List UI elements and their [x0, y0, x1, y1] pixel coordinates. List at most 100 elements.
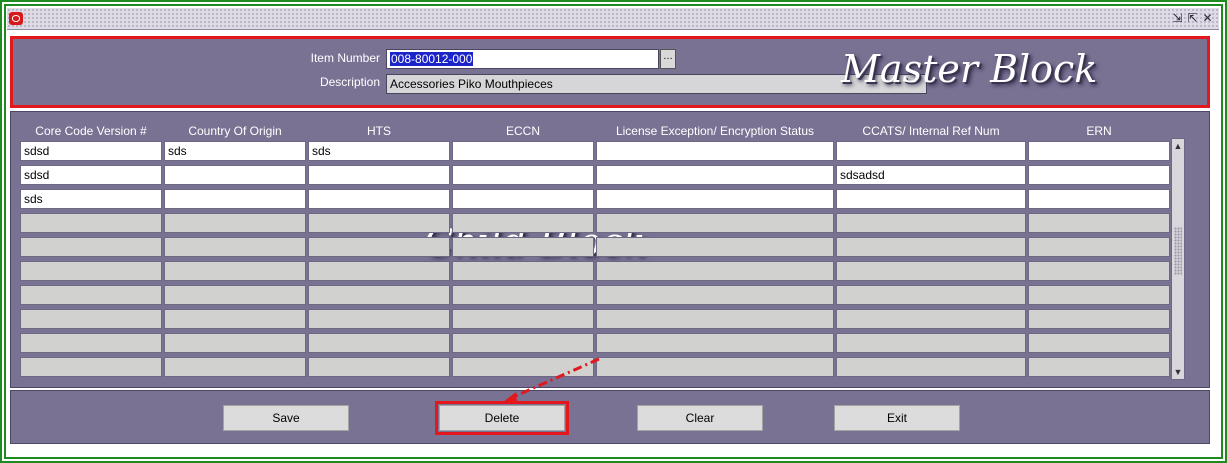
table-cell[interactable]	[596, 261, 834, 281]
table-cell[interactable]	[452, 333, 594, 353]
column-header: HTS	[367, 124, 391, 138]
table-cell[interactable]	[836, 141, 1026, 161]
table-cell[interactable]	[1028, 261, 1170, 281]
table-cell[interactable]	[308, 285, 450, 305]
table-cell[interactable]	[308, 237, 450, 257]
table-cell[interactable]	[20, 309, 162, 329]
table-cell[interactable]	[164, 165, 306, 185]
window-controls: ⇲ ⇱ ✕	[1172, 11, 1213, 25]
column-header: CCATS/ Internal Ref Num	[862, 124, 1000, 138]
table-cell[interactable]: sdsd	[20, 141, 162, 161]
table-cell[interactable]	[164, 333, 306, 353]
column-header: ERN	[1086, 124, 1112, 138]
table-cell[interactable]	[836, 237, 1026, 257]
table-cell[interactable]	[596, 237, 834, 257]
table-cell[interactable]	[1028, 285, 1170, 305]
column-header: ECCN	[505, 124, 540, 138]
save-button[interactable]: Save	[223, 405, 349, 431]
table-cell[interactable]	[836, 309, 1026, 329]
table-cell[interactable]	[836, 357, 1026, 377]
table-cell[interactable]	[836, 261, 1026, 281]
table-cell[interactable]	[1028, 189, 1170, 209]
table-cell[interactable]	[596, 309, 834, 329]
button-bar: Save Delete Clear Exit	[10, 390, 1210, 444]
table-cell[interactable]: sds	[20, 189, 162, 209]
table-cell[interactable]	[596, 141, 834, 161]
table-cell[interactable]	[452, 189, 594, 209]
table-cell[interactable]	[20, 357, 162, 377]
table-cell[interactable]	[308, 357, 450, 377]
table-cell[interactable]	[452, 357, 594, 377]
table-cell[interactable]	[164, 309, 306, 329]
window-titlebar[interactable]: ⇲ ⇱ ✕	[7, 8, 1219, 30]
table-cell[interactable]	[308, 189, 450, 209]
scroll-up-icon[interactable]: ▲	[1172, 139, 1184, 153]
table-cell[interactable]	[20, 213, 162, 233]
table-cell[interactable]	[452, 261, 594, 281]
table-cell[interactable]	[164, 357, 306, 377]
item-number-label: Item Number	[310, 51, 380, 65]
table-cell[interactable]	[164, 285, 306, 305]
table-cell[interactable]	[452, 165, 594, 185]
table-cell[interactable]	[836, 285, 1026, 305]
table-cell[interactable]	[308, 333, 450, 353]
minimize-icon[interactable]: ⇲	[1172, 11, 1183, 25]
table-cell[interactable]: sdsadsd	[836, 165, 1026, 185]
vertical-scrollbar[interactable]: ▲ ▼	[1171, 138, 1185, 380]
table-cell[interactable]	[1028, 141, 1170, 161]
description-label: Description	[319, 75, 380, 89]
table-cell[interactable]: sdsd	[20, 165, 162, 185]
child-block: ▲ ▼ Child Block Core Code Version #Count…	[10, 111, 1210, 388]
table-cell[interactable]	[1028, 165, 1170, 185]
table-cell[interactable]	[20, 261, 162, 281]
table-cell[interactable]	[596, 357, 834, 377]
table-cell[interactable]	[1028, 357, 1170, 377]
table-cell[interactable]	[836, 213, 1026, 233]
item-number-value: 008-80012-000	[390, 52, 474, 66]
table-cell[interactable]	[452, 237, 594, 257]
master-block: Item Number 008-80012-000 … Description …	[10, 36, 1210, 108]
table-cell[interactable]	[164, 237, 306, 257]
table-cell[interactable]	[164, 261, 306, 281]
table-cell[interactable]	[20, 237, 162, 257]
scroll-grip[interactable]	[1174, 227, 1182, 275]
table-cell[interactable]	[596, 285, 834, 305]
table-cell[interactable]	[596, 333, 834, 353]
delete-button[interactable]: Delete	[435, 401, 569, 435]
table-cell[interactable]	[308, 165, 450, 185]
table-cell[interactable]	[20, 333, 162, 353]
table-cell[interactable]	[596, 189, 834, 209]
table-cell[interactable]: sds	[308, 141, 450, 161]
column-header: License Exception/ Encryption Status	[615, 124, 815, 138]
column-header: Country Of Origin	[188, 124, 282, 138]
table-cell[interactable]	[452, 213, 594, 233]
table-cell[interactable]	[308, 261, 450, 281]
table-cell[interactable]	[20, 285, 162, 305]
table-cell[interactable]	[308, 213, 450, 233]
table-cell[interactable]	[596, 165, 834, 185]
table-cell[interactable]	[452, 309, 594, 329]
table-cell[interactable]	[836, 333, 1026, 353]
table-cell[interactable]	[1028, 309, 1170, 329]
table-cell[interactable]	[1028, 213, 1170, 233]
table-cell[interactable]	[452, 141, 594, 161]
clear-button[interactable]: Clear	[637, 405, 763, 431]
oracle-logo-icon	[9, 12, 23, 25]
table-cell[interactable]	[836, 189, 1026, 209]
column-header: Core Code Version #	[35, 124, 147, 138]
table-cell[interactable]	[1028, 333, 1170, 353]
table-cell[interactable]	[596, 213, 834, 233]
table-cell[interactable]	[308, 309, 450, 329]
master-block-annotation: Master Block	[841, 47, 1098, 91]
close-icon[interactable]: ✕	[1202, 11, 1213, 25]
table-cell[interactable]: sds	[164, 141, 306, 161]
item-number-field[interactable]: 008-80012-000	[386, 49, 659, 69]
table-cell[interactable]	[164, 213, 306, 233]
table-cell[interactable]	[452, 285, 594, 305]
table-cell[interactable]	[1028, 237, 1170, 257]
lov-button[interactable]: …	[660, 49, 676, 69]
scroll-down-icon[interactable]: ▼	[1172, 365, 1184, 379]
table-cell[interactable]	[164, 189, 306, 209]
maximize-icon[interactable]: ⇱	[1187, 11, 1198, 25]
exit-button[interactable]: Exit	[834, 405, 960, 431]
